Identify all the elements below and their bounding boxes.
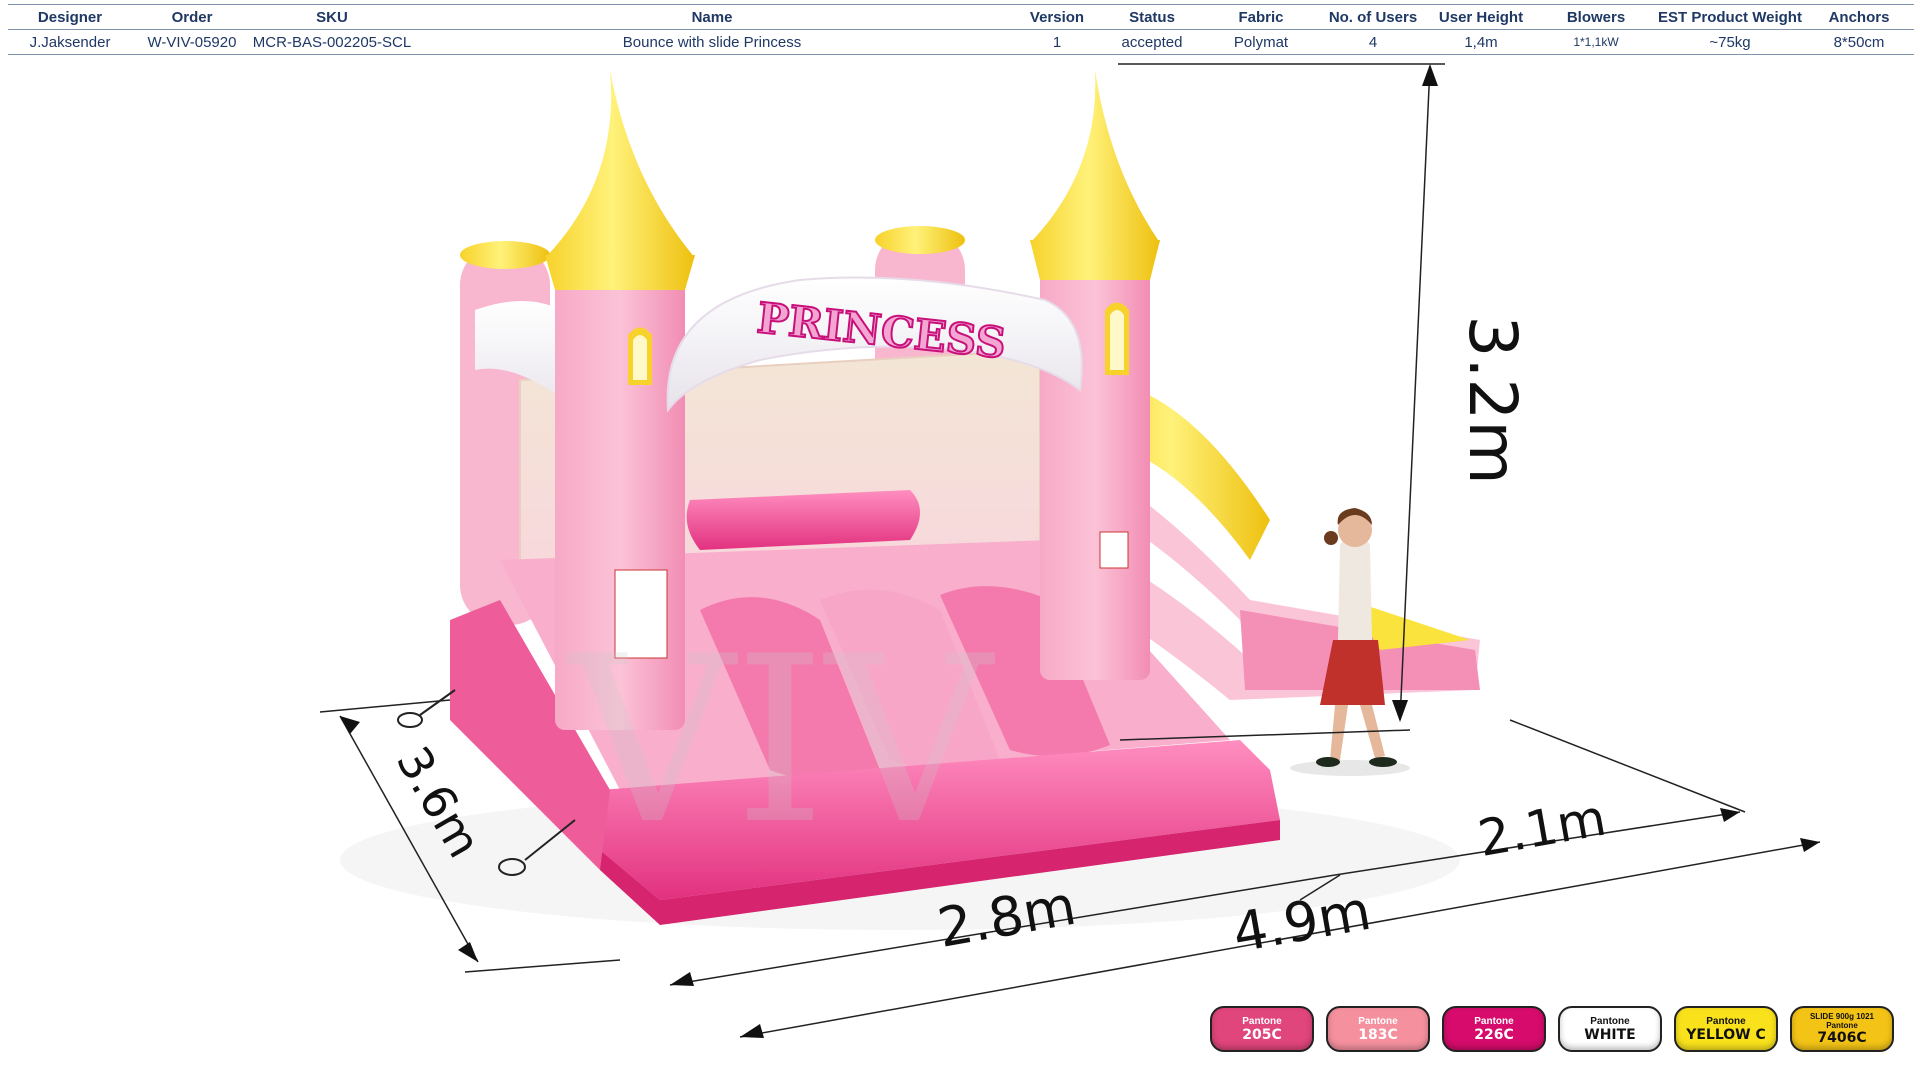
- swatch-code: 205C: [1242, 1026, 1282, 1043]
- swatch-white: Pantone WHITE: [1558, 1006, 1662, 1052]
- swatch-226c: Pantone 226C: [1442, 1006, 1546, 1052]
- swatch-label: Pantone: [1474, 1015, 1514, 1027]
- swatch-7406c: SLIDE 900g 1021 Pantone 7406C: [1790, 1006, 1894, 1052]
- swatch-code: WHITE: [1584, 1026, 1636, 1043]
- watermark-text: VIV: [565, 608, 995, 875]
- swatch-code: 226C: [1474, 1026, 1514, 1043]
- swatch-label: Pantone: [1706, 1015, 1746, 1027]
- swatch-code: YELLOW C: [1686, 1026, 1766, 1043]
- swatch-205c: Pantone 205C: [1210, 1006, 1314, 1052]
- swatch-yellow-c: Pantone YELLOW C: [1674, 1006, 1778, 1052]
- swatch-code: 7406C: [1817, 1030, 1867, 1046]
- swatch-label: Pantone: [1590, 1015, 1630, 1027]
- product-illustration: PRINCESS VIV 3.2m 3.6m 2.8m 4.9m 2.1m: [319, 63, 1821, 1038]
- swatch-code: 183C: [1358, 1026, 1398, 1043]
- swatch-183c: Pantone 183C: [1326, 1006, 1430, 1052]
- anchor-rope-back: [397, 689, 456, 728]
- dimension-width-slide: 2.1m: [1474, 789, 1610, 868]
- dimension-height: 3.2m: [1454, 315, 1531, 484]
- swatch-label: Pantone: [1242, 1015, 1282, 1027]
- swatch-label: Pantone: [1358, 1015, 1398, 1027]
- front-tower-right: [1030, 70, 1160, 680]
- swatch-label: SLIDE 900g 1021 Pantone: [1809, 1012, 1875, 1030]
